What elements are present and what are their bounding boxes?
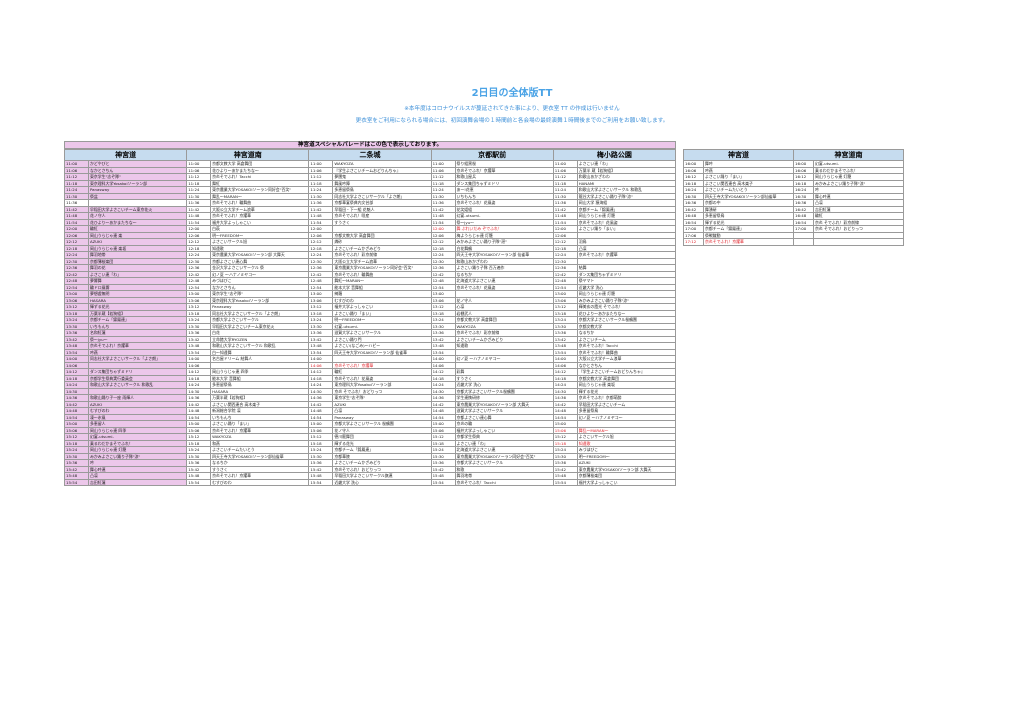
venue-header-umekoji-park: 梅小路公園 <box>552 149 677 161</box>
time-cell: 15:54 <box>552 478 578 486</box>
evening-timetable-body: 16:00 舞吟 16:00 幻宴-utsumi- 16:06 吟燕 16:06 乗るわだかま… <box>683 160 904 246</box>
venue-header-jingumichi: 神宮道 <box>63 149 188 161</box>
team-cell: 近畿大学 洗心 <box>332 478 432 486</box>
main-timetable-body: 11:00 かどやびと 11:00 京都文教大学 高倉舞団 11:00 WAKYOZA 11… <box>64 160 677 486</box>
time-cell: 15:54 <box>186 478 212 486</box>
table-row: 17:12 京炎そでふれ！京躍華 <box>683 238 904 246</box>
time-cell: 15:54 <box>64 478 89 486</box>
time-cell: 15:54 <box>430 478 456 486</box>
team-cell: 京炎そでふれ！京躍華 <box>703 238 794 246</box>
notice-line-2: 更衣室をご利用になられる場合には、初回演舞会場の１時間前と各会場の最終演舞１時間… <box>355 118 669 124</box>
venue-header-jingumichi-minami: 神宮道南 <box>186 149 310 161</box>
notice-line-1: ※本年度はコロナウイルスが蔓延されてきた事により、更衣室 TT の作成は行いませ… <box>404 106 620 112</box>
team-cell: 京炎そでふれ！Tacchi <box>454 478 554 486</box>
team-cell: むすびのわ <box>210 478 310 486</box>
evening-timetable: 神宮道 神宮道南 16:00 舞吟 16:00 幻宴-utsumi- 16:06 吟燕 16… <box>683 149 904 246</box>
time-cell: 17:12 <box>683 238 704 246</box>
team-cell: 吉田紅蓮 <box>87 478 188 486</box>
team-cell: 福井大学よっしゃこい <box>576 478 677 486</box>
parade-banner: 神宮道スペシャルパレードはこの色で表示しております。 <box>64 141 676 149</box>
evening-header-jingumichi-minami: 神宮道南 <box>793 149 904 161</box>
time-cell: 15:54 <box>308 478 334 486</box>
venue-header-nijojo: 二条城 <box>308 149 432 161</box>
team-cell <box>813 238 904 246</box>
table-row: 15:54 吉田紅蓮 15:54 むすびのわ 15:54 近畿大学 洗心 15:54 京炎そで… <box>64 478 677 486</box>
venue-header-kyoto-station: 京都駅前 <box>430 149 554 161</box>
page-title: 2日目の全体版TT <box>471 88 553 99</box>
time-cell <box>793 238 814 246</box>
main-timetable: 神宮道 神宮道南 二条城 京都駅前 梅小路公園 11:00 かどやびと 11:00 京… <box>63 149 677 486</box>
evening-header-jingumichi: 神宮道 <box>683 149 794 161</box>
